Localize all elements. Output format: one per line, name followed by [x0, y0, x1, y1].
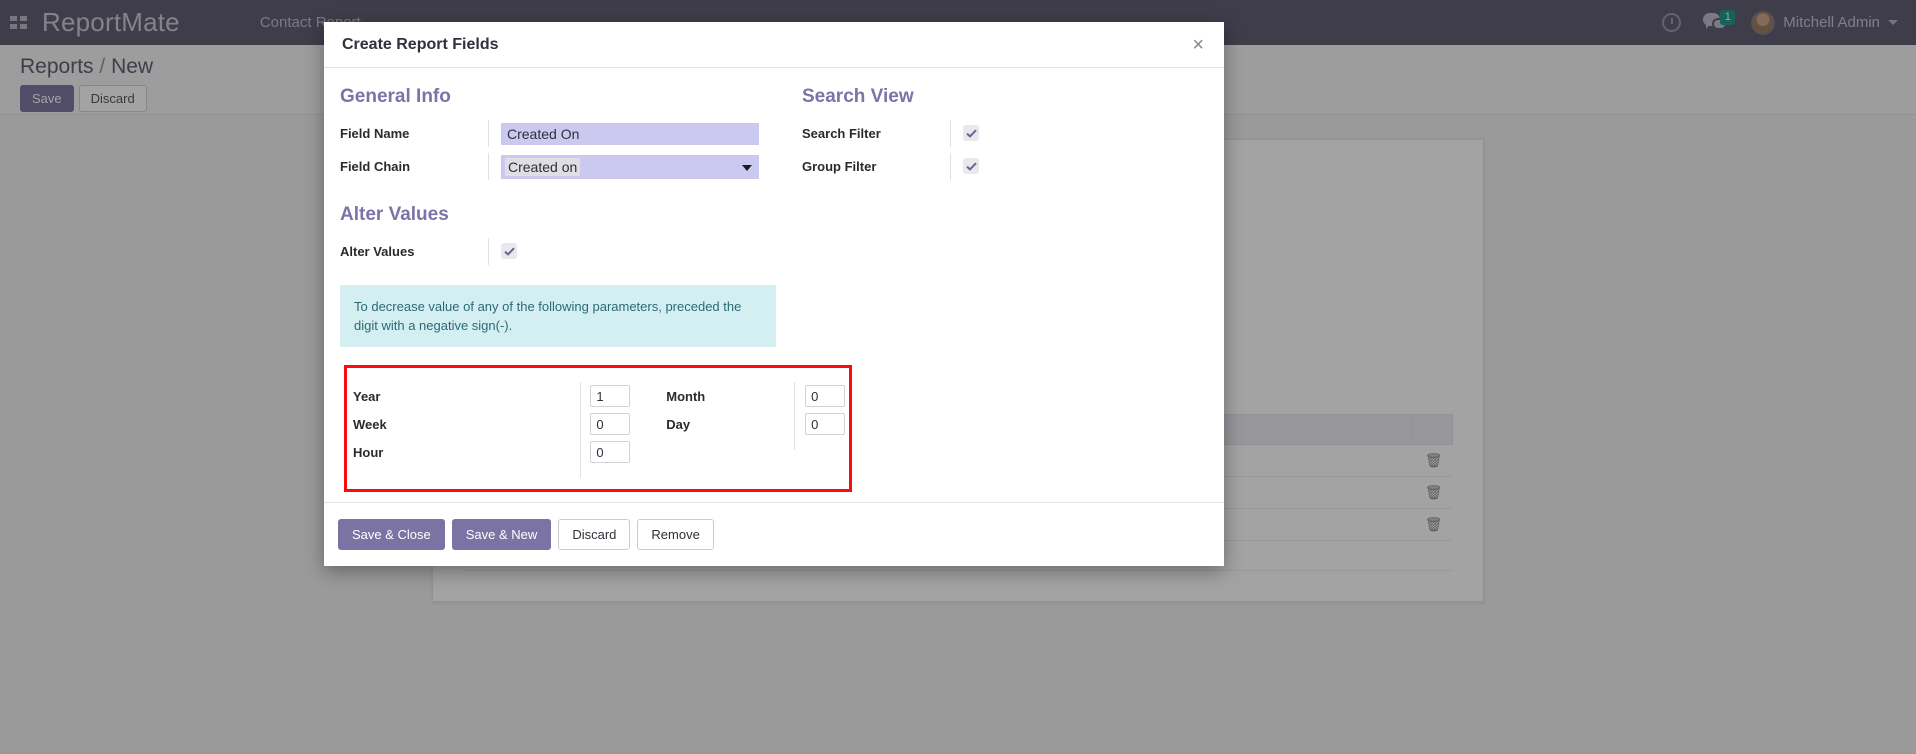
- dialog-footer: Save & Close Save & New Discard Remove: [324, 502, 1224, 566]
- parameters-inputs-right: [795, 382, 849, 478]
- week-input[interactable]: [590, 413, 630, 435]
- field-row-group-filter: Group Filter: [802, 153, 1192, 180]
- param-row-year: Year: [353, 382, 580, 410]
- field-chain-label: Field Chain: [340, 159, 488, 174]
- field-separator: [488, 120, 489, 147]
- time-parameters-grid: Year Week Hour: [347, 368, 849, 478]
- alter-values-spacer: [792, 204, 1192, 271]
- month-input[interactable]: [805, 385, 845, 407]
- day-input-row: [805, 410, 849, 438]
- alter-values-group: Alter Values Alter Values: [340, 204, 792, 271]
- save-and-close-button[interactable]: Save & Close: [338, 519, 445, 550]
- form-columns: General Info Field Name Field Chain Crea…: [324, 86, 1224, 186]
- save-and-new-button[interactable]: Save & New: [452, 519, 552, 550]
- create-report-fields-dialog: Create Report Fields × General Info Fiel…: [324, 22, 1224, 566]
- month-label: Month: [666, 389, 814, 404]
- field-separator: [950, 153, 951, 180]
- search-view-group: Search View Search Filter Group Filter: [792, 86, 1192, 186]
- dialog-body: General Info Field Name Field Chain Crea…: [324, 68, 1224, 502]
- alter-values-checkbox[interactable]: [501, 243, 517, 259]
- field-name-input[interactable]: [501, 123, 759, 145]
- time-parameters-highlight-box: Year Week Hour: [344, 365, 852, 492]
- field-row-field-chain: Field Chain Created on: [340, 153, 792, 180]
- year-label: Year: [353, 389, 501, 404]
- group-filter-label: Group Filter: [802, 159, 950, 174]
- month-input-row: [805, 382, 849, 410]
- week-input-row: [590, 410, 634, 438]
- dialog-title: Create Report Fields: [342, 36, 498, 54]
- alter-values-section: Alter Values Alter Values: [324, 204, 1224, 271]
- field-name-control: [501, 123, 792, 145]
- hour-label: Hour: [353, 445, 501, 460]
- group-filter-control: [963, 158, 1192, 176]
- field-chain-select-wrapper[interactable]: Created on: [501, 155, 759, 179]
- search-filter-label: Search Filter: [802, 126, 950, 141]
- year-input[interactable]: [590, 385, 630, 407]
- field-chain-select[interactable]: [501, 155, 759, 179]
- field-separator: [950, 120, 951, 147]
- search-filter-checkbox[interactable]: [963, 125, 979, 141]
- alter-values-info-alert: To decrease value of any of the followin…: [340, 285, 776, 347]
- field-separator: [488, 238, 489, 265]
- parameters-inputs-left: [580, 382, 634, 478]
- hour-input[interactable]: [590, 441, 630, 463]
- field-chain-control: Created on: [501, 155, 792, 179]
- alter-values-heading: Alter Values: [340, 204, 792, 226]
- parameters-section: Year Week Hour: [324, 347, 1224, 492]
- field-row-field-name: Field Name: [340, 120, 792, 147]
- alter-values-control: [501, 243, 792, 261]
- general-info-group: General Info Field Name Field Chain Crea…: [340, 86, 792, 186]
- search-filter-control: [963, 125, 1192, 143]
- dialog-header: Create Report Fields ×: [324, 22, 1224, 68]
- day-label: Day: [666, 417, 814, 432]
- field-row-alter-values: Alter Values: [340, 238, 792, 265]
- alter-values-label: Alter Values: [340, 244, 488, 259]
- param-row-day: Day: [666, 410, 794, 438]
- field-name-label: Field Name: [340, 126, 488, 141]
- week-label: Week: [353, 417, 501, 432]
- group-filter-checkbox[interactable]: [963, 158, 979, 174]
- remove-button[interactable]: Remove: [637, 519, 713, 550]
- dialog-discard-button[interactable]: Discard: [558, 519, 630, 550]
- search-view-heading: Search View: [802, 86, 1192, 108]
- param-row-hour: Hour: [353, 438, 580, 466]
- field-row-search-filter: Search Filter: [802, 120, 1192, 147]
- parameters-column-right: Month Day: [634, 382, 794, 478]
- field-separator: [488, 153, 489, 180]
- year-input-row: [590, 382, 634, 410]
- day-input[interactable]: [805, 413, 845, 435]
- general-info-heading: General Info: [340, 86, 792, 108]
- hour-input-row: [590, 438, 634, 466]
- parameters-column-left: Year Week Hour: [353, 382, 580, 478]
- param-row-week: Week: [353, 410, 580, 438]
- param-row-month: Month: [666, 382, 794, 410]
- close-icon[interactable]: ×: [1186, 34, 1210, 56]
